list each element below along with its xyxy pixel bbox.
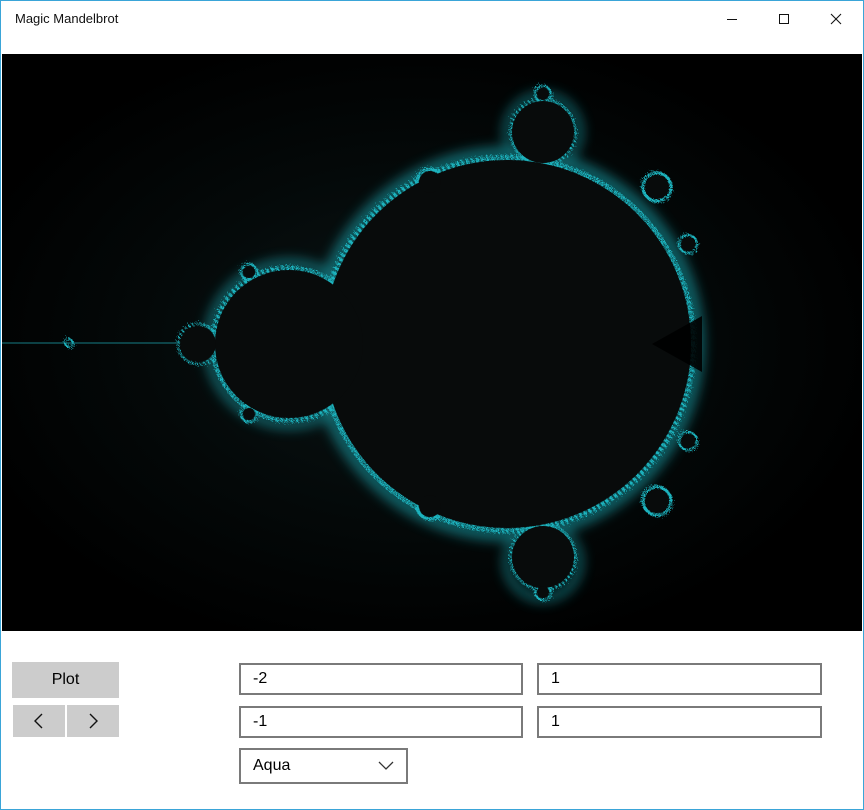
- imag-max-input[interactable]: [537, 706, 822, 738]
- color-scheme-dropdown[interactable]: Aqua: [239, 748, 408, 784]
- minimize-icon: [727, 19, 737, 20]
- window-title: Magic Mandelbrot: [15, 11, 119, 26]
- maximize-button[interactable]: [761, 1, 807, 37]
- mandelbrot-canvas[interactable]: [2, 54, 862, 631]
- real-min-input[interactable]: [239, 663, 523, 695]
- plot-button[interactable]: Plot: [12, 662, 119, 698]
- mandelbrot-image: [2, 54, 862, 631]
- previous-button[interactable]: [13, 705, 65, 737]
- app-window: Magic Mandelbrot Plot -2 1 -1 1 Aqua: [0, 0, 864, 810]
- maximize-icon: [779, 14, 789, 24]
- chevron-right-icon: [89, 713, 98, 729]
- real-max-input[interactable]: [537, 663, 822, 695]
- close-icon: [830, 13, 842, 25]
- color-scheme-value: Aqua: [253, 757, 291, 774]
- next-button[interactable]: [67, 705, 119, 737]
- chevron-left-icon: [34, 713, 43, 729]
- chevron-down-icon: [378, 761, 394, 770]
- title-bar[interactable]: Magic Mandelbrot: [1, 1, 863, 37]
- imag-min-input[interactable]: [239, 706, 523, 738]
- minimize-button[interactable]: [709, 1, 755, 37]
- close-button[interactable]: [813, 1, 859, 37]
